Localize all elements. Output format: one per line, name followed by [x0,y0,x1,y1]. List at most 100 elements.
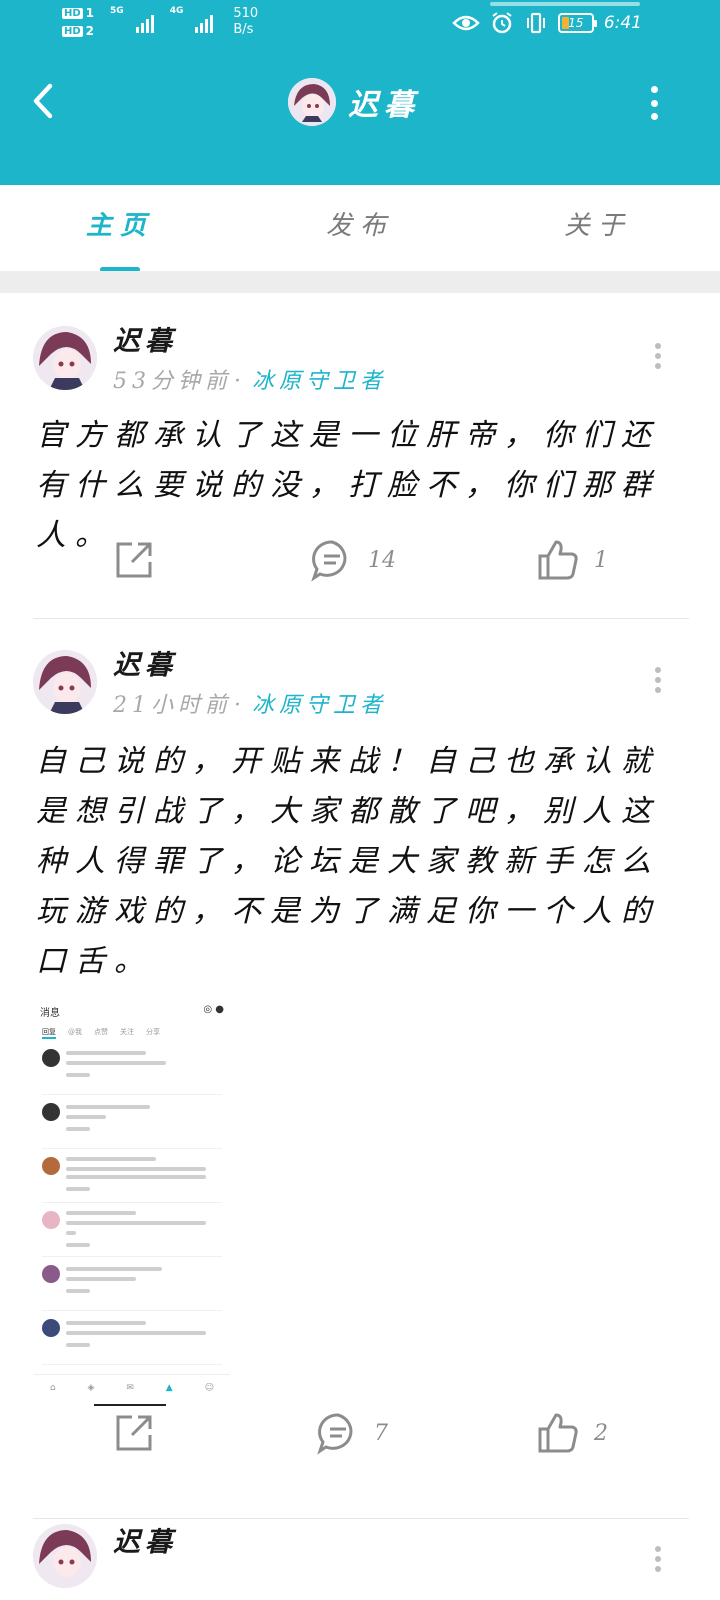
menu-dot [655,677,661,683]
embedded-nav-icon: ✉ [126,1382,134,1393]
signal-icon [135,11,154,33]
embedded-list-item [42,1149,222,1203]
more-dot [650,113,658,120]
embedded-list-item [42,1041,222,1095]
avatar-image [33,326,97,390]
embedded-list-item [42,1203,222,1257]
hd1-badge: HD [62,7,83,19]
section-gap [0,271,720,293]
vibrate-icon [526,12,545,34]
embedded-header-icons: ◎ ● [203,1004,224,1015]
network-4g-label: 4G [169,6,184,16]
tab-about[interactable]: 关于 [518,205,678,242]
post-author[interactable]: 迟暮 [113,1520,177,1559]
post-meta: 53分钟前· 冰原守卫者 [113,363,387,395]
more-dot [650,86,658,93]
embedded-list-item [42,1257,222,1311]
embedded-tab: 回复 [42,1027,56,1039]
status-right: 15 6:41 [452,11,642,35]
post-image-screenshot[interactable]: 消息 ◎ ● 回复 @我 点赞 关注 分享 ⌂ ◈ ✉ ▲ ☺ [34,980,230,1410]
speed-value: 510 [233,6,259,21]
hd2-badge: HD [62,25,83,37]
post-menu-button[interactable] [654,1546,662,1572]
more-options-button[interactable] [646,86,662,120]
status-bar: HD 1 HD 2 5G 4G 510 B/s 15 6:41 [0,0,720,48]
embedded-status-bar [34,980,230,996]
more-dot [650,99,658,107]
back-arrow-icon [33,83,53,119]
avatar-image [33,1524,97,1588]
like-count: 2 [594,1420,608,1446]
profile-title: 迟暮 [288,78,420,126]
post-actions: 14 1 [0,538,720,588]
avatar-image [288,78,336,126]
post-author[interactable]: 迟暮 [113,643,177,682]
hd-indicators: HD 1 HD 2 [62,6,94,38]
back-button[interactable] [25,78,65,124]
divider [33,618,689,619]
avatar[interactable] [33,1524,97,1588]
like-button[interactable]: 1 [536,538,608,582]
menu-dot [655,1546,661,1552]
post-board-link[interactable]: 冰原守卫者 [252,693,387,718]
comment-button[interactable]: 7 [316,1411,388,1455]
comment-count: 7 [374,1420,388,1446]
eye-icon [452,15,480,31]
share-button[interactable] [112,538,156,582]
embedded-bottom-nav: ⌂ ◈ ✉ ▲ ☺ [34,1374,230,1400]
avatar[interactable] [288,78,336,126]
share-button[interactable] [112,1411,156,1455]
comment-icon [317,1413,353,1455]
battery-icon: 15 [557,13,597,33]
page-title: 迟暮 [348,88,420,123]
embedded-tab: 点赞 [94,1028,108,1036]
app-header: HD 1 HD 2 5G 4G 510 B/s 15 6:41 迟暮 [0,0,720,185]
post-card[interactable]: 迟暮 53分钟前· 冰原守卫者 官方都承认了这是一位肝帝，你们还有什么要说的没，打… [0,293,720,623]
network-5g-label: 5G [110,6,124,16]
menu-dot [655,1556,661,1562]
post-time: 21小时前 [113,693,232,718]
share-icon [116,542,152,578]
menu-dot [655,1566,661,1572]
post-menu-button[interactable] [654,667,662,693]
embedded-tab: 分享 [146,1028,160,1036]
network-speed: 510 B/s [233,6,258,38]
meta-separator: · [234,693,246,718]
embedded-list-item [42,1311,222,1365]
post-time: 53分钟前 [113,369,232,394]
embedded-tab: 关注 [120,1028,134,1036]
menu-dot [655,353,661,359]
alarm-icon [492,12,512,34]
embedded-title: 消息 [40,1008,60,1019]
embedded-nav-icon: ◈ [87,1382,95,1393]
like-button[interactable]: 2 [536,1411,608,1455]
avatar-image [33,650,97,714]
battery-level: 15 [568,16,584,30]
post-card[interactable]: 迟暮 [0,1518,720,1600]
embedded-tab: @我 [68,1028,82,1036]
post-menu-button[interactable] [654,343,662,369]
comment-button[interactable]: 14 [310,538,396,582]
post-meta: 21小时前· 冰原守卫者 [113,687,387,719]
avatar[interactable] [33,650,97,714]
embedded-nav-icon: ▲ [165,1382,173,1393]
status-left: HD 1 HD 2 5G 4G 510 B/s [62,6,258,38]
tab-home[interactable]: 主页 [40,205,200,242]
post-actions: 7 2 [0,1411,720,1461]
menu-dot [655,667,661,673]
signal-icon-2 [195,11,214,33]
embedded-tabs: 回复 @我 点赞 关注 分享 [34,1025,230,1041]
embedded-title-row: 消息 ◎ ● [34,996,230,1025]
tab-posts[interactable]: 发布 [280,205,440,242]
hd2-indicator: HD 2 [62,24,94,38]
share-icon [116,1415,152,1451]
avatar[interactable] [33,326,97,390]
post-author[interactable]: 迟暮 [113,319,177,358]
thumbs-up-icon [538,1413,578,1453]
like-count: 1 [594,547,608,573]
post-content[interactable]: 自己说的，开贴来战！自己也承认就是想引战了，大家都散了吧，别人这种人得罪了，论坛… [36,737,676,987]
post-board-link[interactable]: 冰原守卫者 [252,369,387,394]
embedded-home-indicator [94,1404,166,1406]
embedded-list-item [42,1095,222,1149]
hd1-num: 1 [85,6,95,20]
